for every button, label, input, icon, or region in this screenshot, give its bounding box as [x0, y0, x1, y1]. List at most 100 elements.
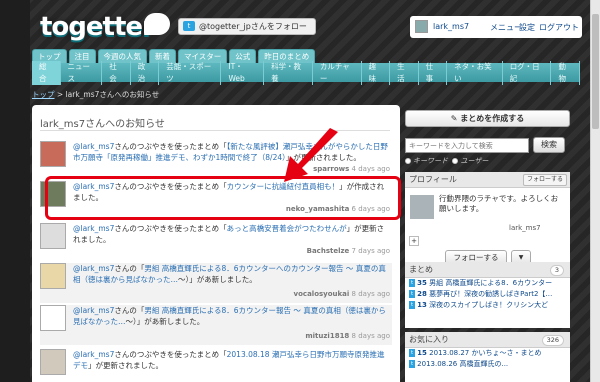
- logo-bubble-icon: [144, 13, 170, 35]
- matome-item[interactable]: t 28 悪夢再び！深夜の勧誘しばきPart2【…: [405, 289, 570, 300]
- breadcrumb: トップ > lark_ms7さんへのお知らせ: [32, 89, 159, 100]
- item-user-link[interactable]: @lark_ms7: [73, 350, 114, 359]
- item-text: @lark_ms7さんのつぶやきを使ったまとめ「2013.08.18 瀬戸弘幸ら…: [73, 349, 391, 371]
- favorite-item[interactable]: t 15 2013.08.27 かいちょ〜さ・まとめ: [405, 348, 570, 359]
- item-post: 〜）」があ新しました。: [178, 275, 257, 284]
- item-text: @lark_ms7さんの「男組 高橋直輝氏による8．6カウンター報告 〜 真夏の…: [73, 305, 391, 327]
- item-pre: さんの「: [114, 264, 145, 273]
- create-matome-label: まとめを作成する: [460, 114, 525, 123]
- item-meta: vocalosyoukai 8 days ago: [294, 290, 390, 298]
- notifications-panel: lark_ms7さんへのお知らせ @lark_ms7さんのつぶやきを使ったまとめ…: [32, 105, 400, 382]
- item-author[interactable]: Bachstelze: [307, 247, 350, 255]
- tw-icon: t: [409, 279, 416, 287]
- scrollbar-thumb[interactable]: [592, 14, 599, 129]
- item-user-link[interactable]: @lark_ms7: [73, 224, 114, 233]
- red-arrow-icon: [284, 128, 338, 182]
- nav-news[interactable]: ニュース: [61, 60, 103, 85]
- togetter-logo[interactable]: togetter: [40, 12, 155, 42]
- item-thumbnail[interactable]: [40, 305, 66, 331]
- nav-general[interactable]: 総合: [32, 60, 61, 85]
- matome-item[interactable]: t 35 男組 高橋直輝氏による8．6カウンター: [405, 278, 570, 289]
- tw-icon: t: [409, 349, 416, 357]
- profile-title: プロフィール: [409, 175, 457, 184]
- favorite-item-count: 15: [417, 349, 427, 357]
- nav-politics[interactable]: 政治: [131, 60, 160, 85]
- item-author[interactable]: vocalosyoukai: [294, 290, 350, 298]
- nav-science[interactable]: 科学・教養: [264, 60, 313, 85]
- profile-twitter-follow[interactable]: フォローする: [522, 174, 567, 186]
- item-post: 」が更新されました。: [88, 361, 163, 370]
- matome-item-title: 男組 高橋直輝氏による8．6カウンター: [429, 279, 553, 287]
- pencil-icon: ✎: [450, 114, 458, 123]
- category-navbar: 総合 ニュース 社会 政治 芸能・スポーツ IT・Web 科学・教養 カルチャー…: [32, 60, 580, 85]
- highlight-box: [45, 176, 401, 220]
- twitter-follow-label: @togetter_jpさんをフォロー: [199, 22, 307, 31]
- matome-item-title: 深夜のスカイプしばき！クリシン大ど: [429, 301, 549, 309]
- item-pre: さんの「: [114, 306, 145, 315]
- item-text: @lark_ms7さんのつぶやきを使ったまとめ「あっと高橋安晋着会がつたわせんが…: [73, 223, 391, 245]
- profile-box: プロフィール フォローする 行動界隈のラチャです。よろしくお願いします。 lar…: [405, 172, 570, 274]
- radio-user-label: ユーザー: [460, 157, 489, 165]
- nav-log[interactable]: ログ・日記: [503, 60, 552, 85]
- profile-name[interactable]: lark_ms7: [509, 224, 541, 232]
- matome-item-title: 悪夢再び！深夜の勧誘しばきPart2【…: [429, 290, 553, 298]
- list-item: @lark_ms7さんの「男組 高橋直輝氏による8．6カウンターへのカウンター報…: [40, 263, 392, 303]
- nav-society[interactable]: 社会: [102, 60, 131, 85]
- logout-link[interactable]: ログアウト: [539, 22, 579, 33]
- nav-animals[interactable]: 動物: [551, 60, 580, 85]
- menu-link[interactable]: メニュー: [490, 22, 522, 33]
- item-author[interactable]: mituzi1818: [305, 332, 349, 340]
- favorites-count: 326: [541, 335, 564, 346]
- twitter-follow-button[interactable]: t @togetter_jpさんをフォロー: [178, 18, 316, 35]
- item-post: 〜）」があ新しました。: [125, 317, 205, 326]
- matome-item[interactable]: t 13 深夜のスカイプしばき！クリシン大ど: [405, 300, 570, 311]
- favorites-header: お気に入り 326: [405, 332, 570, 348]
- radio-user[interactable]: [452, 158, 459, 164]
- list-item: @lark_ms7さんのつぶやきを使ったまとめ「2013.08.18 瀬戸弘幸ら…: [40, 349, 392, 379]
- breadcrumb-home[interactable]: トップ: [32, 90, 55, 99]
- tw-icon: t: [409, 360, 416, 368]
- item-thumbnail[interactable]: [40, 263, 66, 289]
- create-matome-button[interactable]: ✎ まとめを作成する: [405, 110, 570, 127]
- list-item: @lark_ms7さんのつぶやきを使ったまとめ「あっと高橋安晋着会がつたわせんが…: [40, 223, 392, 257]
- breadcrumb-sep: >: [54, 90, 66, 99]
- avatar[interactable]: [415, 20, 428, 33]
- item-thumbnail[interactable]: [40, 141, 66, 167]
- tw-icon: t: [409, 290, 416, 298]
- search-button[interactable]: 検索: [533, 137, 565, 153]
- vertical-scrollbar[interactable]: [590, 0, 600, 382]
- nav-culture[interactable]: カルチャー: [313, 60, 362, 85]
- radio-keyword[interactable]: [405, 158, 411, 164]
- matome-item-count: 28: [417, 290, 427, 298]
- nav-hobby[interactable]: 趣味: [362, 60, 391, 85]
- nav-life[interactable]: 生活: [390, 60, 419, 85]
- item-pre: さんのつぶやきを使ったまとめ「: [114, 142, 227, 151]
- nav-it-web[interactable]: IT・Web: [221, 60, 265, 85]
- twitter-icon: t: [183, 21, 195, 31]
- item-thumbnail[interactable]: [40, 223, 66, 249]
- item-user-link[interactable]: @lark_ms7: [73, 264, 114, 273]
- item-user-link[interactable]: @lark_ms7: [73, 306, 114, 315]
- favorite-item[interactable]: t 2013.08.26 高橋直輝氏の...: [405, 359, 570, 370]
- matome-count: 3: [549, 265, 564, 276]
- nav-entertainment[interactable]: 芸能・スポーツ: [159, 60, 222, 85]
- nav-work[interactable]: 仕事: [419, 60, 448, 85]
- list-item: @lark_ms7さんの「男組 高橋直輝氏による8．6カウンター報告 〜 真夏の…: [40, 305, 392, 345]
- user-menu-box: lark_ms7 メニュー 設定 ログアウト: [410, 16, 582, 38]
- matome-item-count: 35: [417, 279, 427, 287]
- item-time: 8 days ago: [351, 290, 390, 298]
- item-matome-link[interactable]: あっと高橋安晋着会がつたわせんが: [227, 224, 347, 233]
- matome-box: まとめ 3 t 35 男組 高橋直輝氏による8．6カウンター t 28 悪夢再び！深…: [405, 262, 570, 328]
- item-thumbnail[interactable]: [40, 349, 66, 375]
- settings-link[interactable]: 設定: [519, 22, 535, 33]
- profile-image[interactable]: [410, 195, 434, 219]
- page-wrapper: togetter t @togetter_jpさんをフォロー lark_ms7 …: [18, 0, 588, 382]
- plus-icon[interactable]: +: [409, 236, 419, 246]
- tw-icon: t: [409, 301, 416, 309]
- item-user-link[interactable]: @lark_ms7: [73, 142, 114, 151]
- user-link[interactable]: lark_ms7: [433, 22, 469, 31]
- search-input[interactable]: [405, 138, 529, 153]
- nav-funny[interactable]: ネタ・お笑い: [447, 60, 503, 85]
- matome-header: まとめ 3: [405, 262, 570, 278]
- item-time: 4 days ago: [351, 165, 390, 173]
